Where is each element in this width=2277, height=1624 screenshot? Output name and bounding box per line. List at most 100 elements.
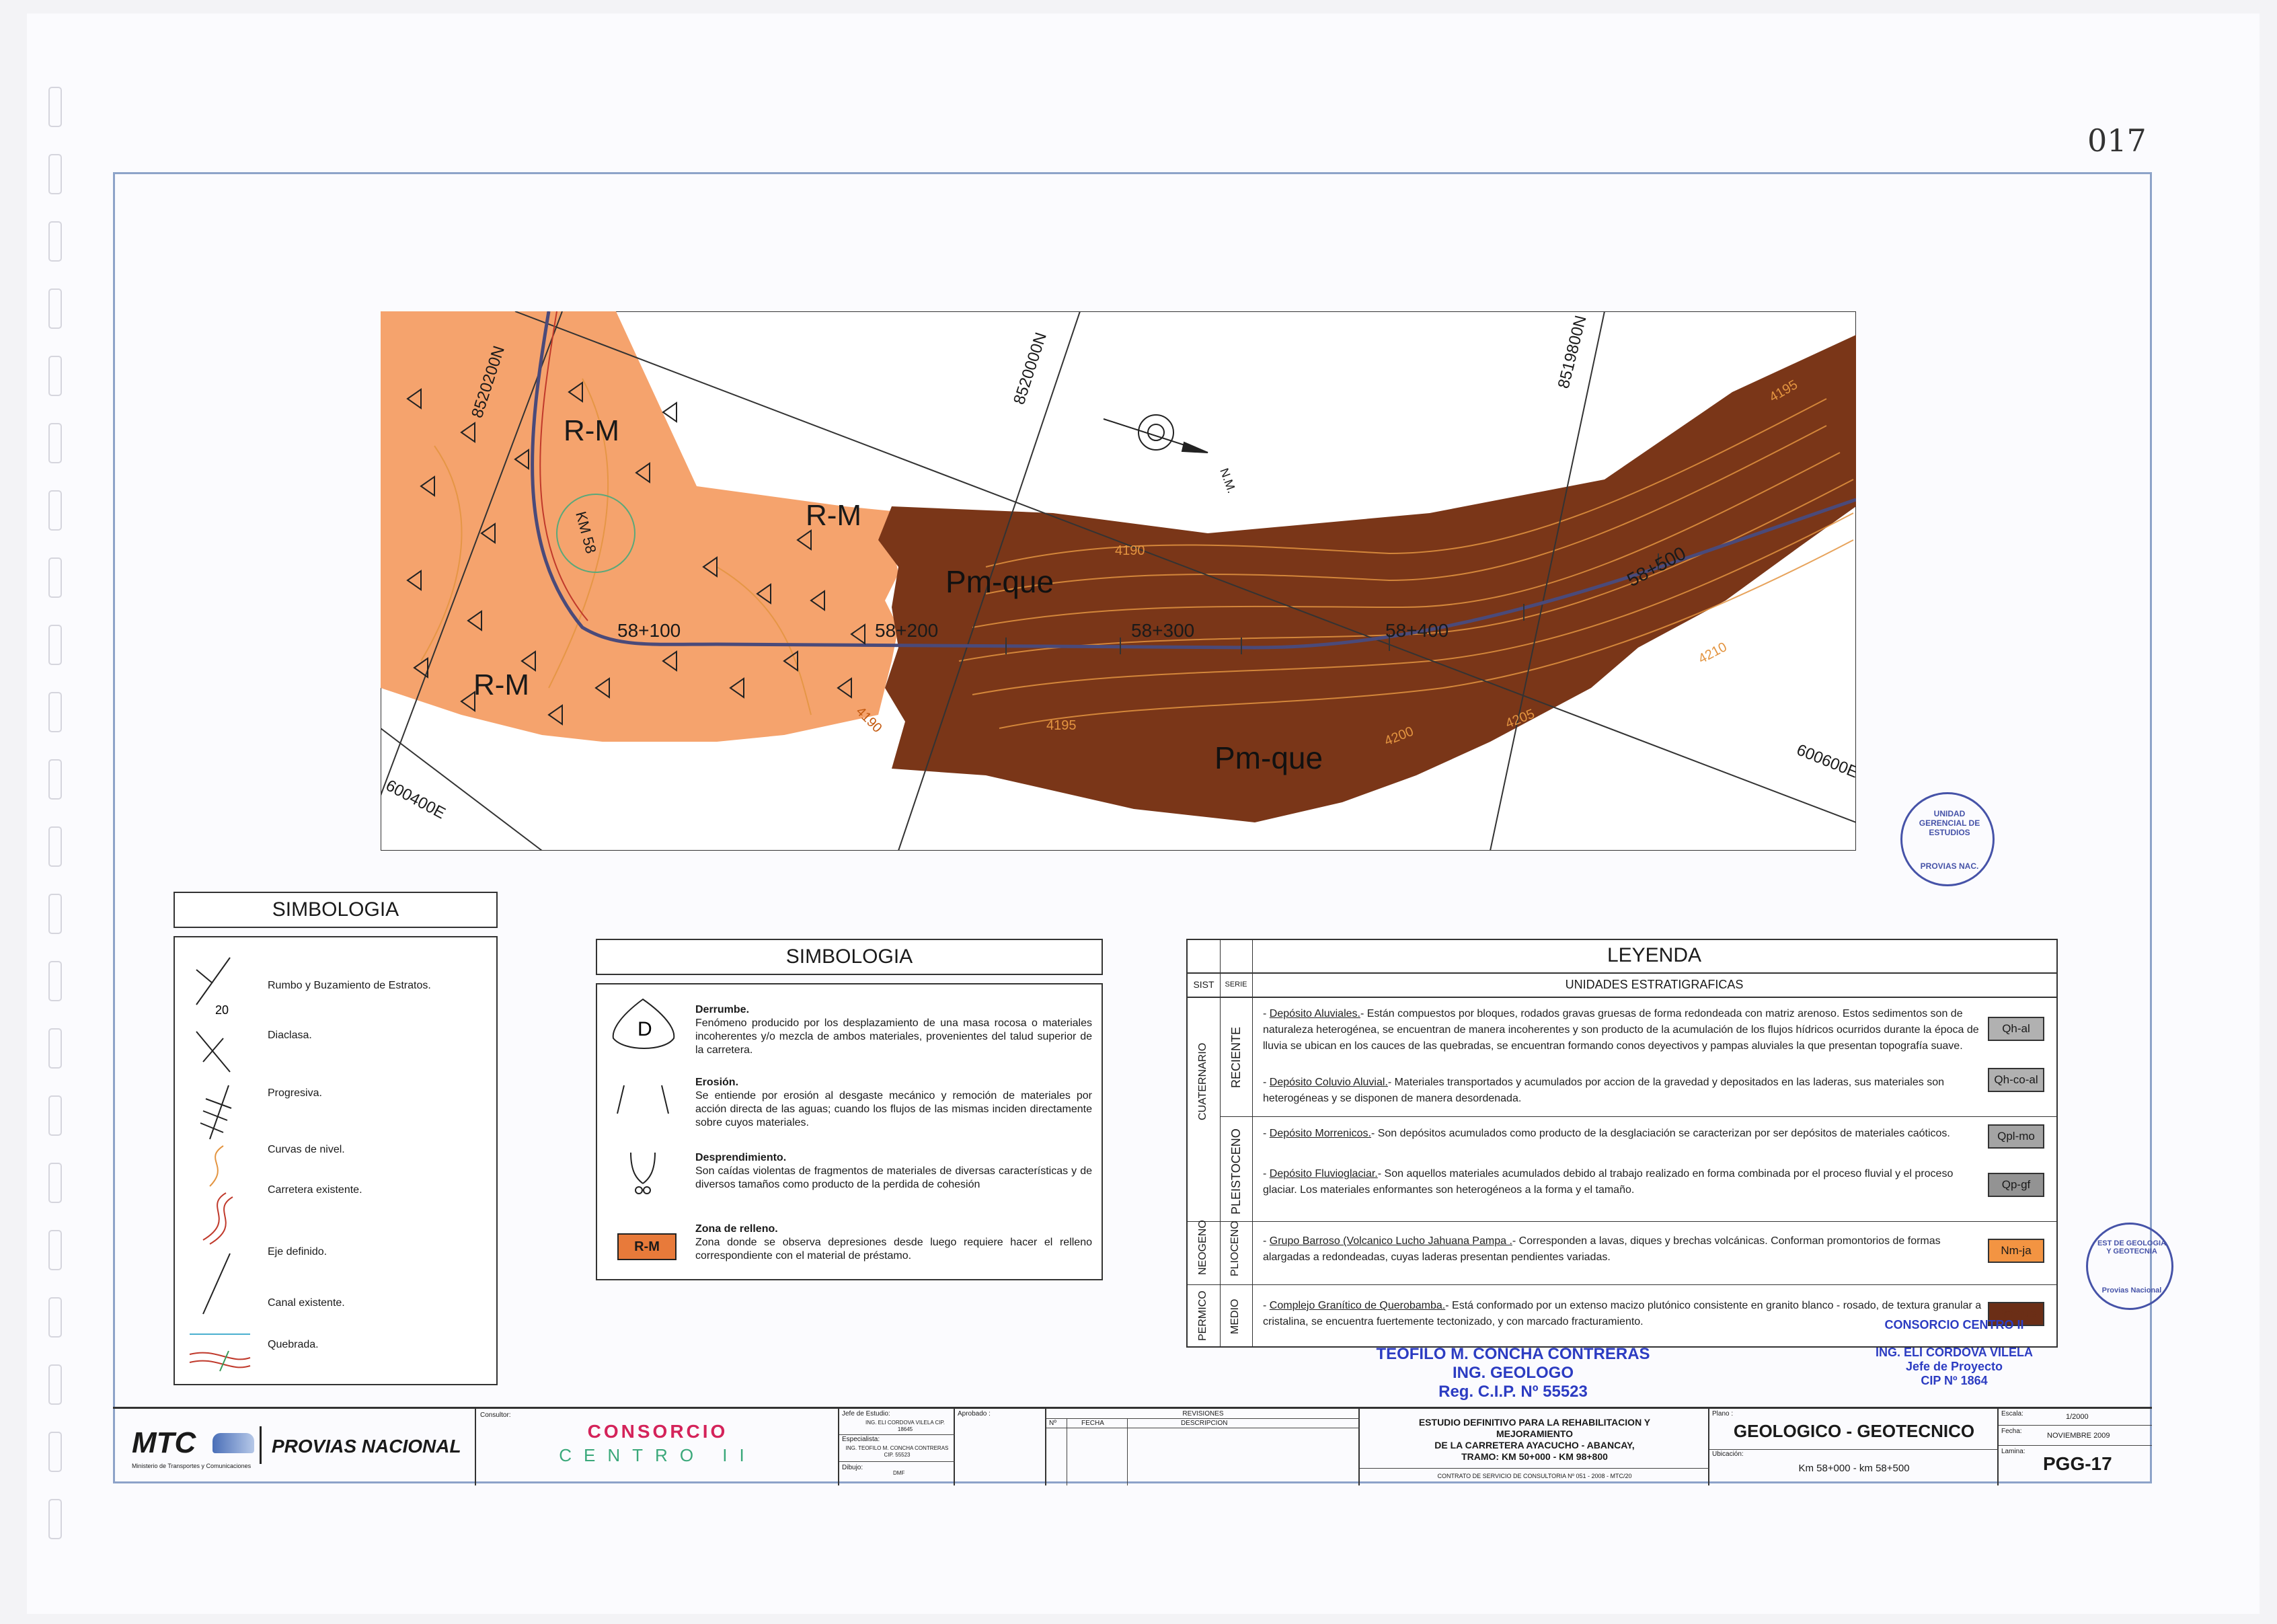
unit-stamp-text: UNIDAD GERENCIAL DE ESTUDIOS bbox=[1919, 809, 1980, 837]
unit-label-rm-1: R-M bbox=[564, 414, 619, 447]
symbology-left-label-5: Carretera existente. bbox=[268, 1184, 362, 1196]
title-mtc-cell: MTC Ministerio de Transportes y Comunica… bbox=[113, 1409, 476, 1485]
legend-row-6-name: Complejo Granítico de Querobamba. bbox=[1269, 1300, 1446, 1311]
symbology-mid-title-box: SIMBOLOGIA bbox=[596, 939, 1103, 975]
geology-stamp: EST DE GEOLOGIA Y GEOTECNIA Provias Naci… bbox=[2086, 1223, 2173, 1310]
especialista-value: ING. TEOFILO M. CONCHA CONTRERAS CIP. 55… bbox=[845, 1445, 949, 1458]
geology-stamp-text: EST DE GEOLOGIA Y GEOTECNIA bbox=[2097, 1239, 2167, 1255]
binder-holes-graphic bbox=[48, 87, 62, 1539]
signature-project-chief: CONSORCIO CENTRO II ING. ELI CORDOVA VIL… bbox=[1867, 1318, 2042, 1388]
fill-zone-title: Zona de relleno. bbox=[695, 1223, 778, 1235]
unit-stamp: UNIDAD GERENCIAL DE ESTUDIOS PROVIAS NAC… bbox=[1900, 792, 1995, 886]
joint-icon bbox=[196, 1031, 231, 1073]
contract-label: CONTRATO DE SERVICIO DE CONSULTORIA Nº 0… bbox=[1437, 1473, 1632, 1479]
plano-value: GEOLOGICO - GEOTECNICO bbox=[1733, 1421, 1975, 1441]
legend-col-sist: SIST bbox=[1188, 972, 1221, 997]
study-line-2: MEJORAMIENTO bbox=[1496, 1428, 1574, 1439]
rockfall-title: Desprendimiento. bbox=[695, 1152, 787, 1163]
legend-row-2: - Depósito Coluvio Aluvial.- Materiales … bbox=[1263, 1077, 1944, 1104]
escala-label: Escala: bbox=[2001, 1410, 2023, 1418]
legend-row-5: - Grupo Barroso (Volcanico Lucho Jahuana… bbox=[1263, 1235, 1941, 1263]
signature-chief-role: Jefe de Proyecto bbox=[1905, 1360, 2003, 1373]
fecha-value: NOVIEMBRE 2009 bbox=[2047, 1432, 2110, 1440]
title-consultor-cell: Consultor: CONSORCIO CENTRO II bbox=[476, 1409, 839, 1485]
consorcio-centro: CENTRO II bbox=[559, 1445, 757, 1465]
signature-chief-company: CONSORCIO CENTRO II bbox=[1884, 1318, 2024, 1331]
signature-chief-cip: CIP Nº 1864 bbox=[1921, 1374, 1988, 1387]
aprobado-label: Aprobado : bbox=[958, 1410, 991, 1418]
landslide-symbol: D bbox=[638, 1018, 652, 1040]
map-canvas: R-M R-M R-M Pm-que Pm-que 58+100 58+200 … bbox=[380, 311, 1861, 851]
symbology-mid-item-2: Erosión. Se entiende por erosión al desg… bbox=[695, 1076, 1092, 1130]
legend-row-1-text: Están compuestos por bloques, rodados gr… bbox=[1263, 1008, 1979, 1052]
title-approved-cell: Aprobado : bbox=[955, 1409, 1046, 1485]
signature-geologist: TEOFILO M. CONCHA CONTRERAS ING. GEOLOGO… bbox=[1372, 1345, 1654, 1401]
legend-series-3: PLIOCENO bbox=[1229, 1221, 1241, 1276]
road-icon bbox=[202, 1192, 233, 1245]
jefe-label: Jefe de Estudio: bbox=[842, 1410, 890, 1418]
title-revisions-cell: REVISIONES Nº FECHA DESCRIPCION bbox=[1046, 1409, 1360, 1485]
mtc-logo: MTC bbox=[132, 1426, 196, 1459]
legend-code-qh-al: Qh-al bbox=[1988, 1017, 2044, 1041]
signature-geologist-name: TEOFILO M. CONCHA CONTRERAS bbox=[1376, 1345, 1650, 1363]
fecha-label: Fecha: bbox=[2001, 1428, 2022, 1435]
unit-label-rm-2: R-M bbox=[806, 499, 861, 532]
escala-value: 1/2000 bbox=[2066, 1413, 2089, 1421]
geology-stamp-subtext: Provias Nacional bbox=[2101, 1286, 2162, 1294]
dibujo-label: Dibujo: bbox=[842, 1464, 863, 1471]
progressive-icon bbox=[200, 1085, 232, 1140]
ubicacion-label: Ubicación: bbox=[1712, 1451, 1744, 1458]
contour-label-1: 4190 bbox=[1115, 543, 1145, 558]
legend-row-3-name: Depósito Morrenicos. bbox=[1269, 1128, 1371, 1139]
lamina-value: PGG-17 bbox=[2043, 1453, 2112, 1474]
dibujo-value: DMF bbox=[893, 1470, 905, 1476]
fill-zone-text: Zona donde se observa depresiones desde … bbox=[695, 1237, 1092, 1262]
progressive-label-1: 58+100 bbox=[617, 620, 681, 641]
erosion-title: Erosión. bbox=[695, 1077, 739, 1088]
fill-zone-icon: R-M bbox=[617, 1233, 677, 1260]
legend-code-qp-gf: Qp-gf bbox=[1988, 1173, 2044, 1197]
symbology-mid-title: SIMBOLOGIA bbox=[785, 945, 913, 968]
progressive-label-4: 58+400 bbox=[1385, 620, 1449, 641]
rockfall-text: Son caídas violentas de fragmentos de ma… bbox=[695, 1165, 1092, 1190]
unit-label-pm-1: Pm-que bbox=[945, 564, 1054, 599]
symbology-left-panel: 20 Rumbo y Buzamiento de Estratos. Diacl… bbox=[173, 936, 498, 1385]
revisions-label: REVISIONES bbox=[1182, 1410, 1224, 1418]
legend-col-serie: SERIE bbox=[1220, 972, 1253, 997]
page-number: 017 bbox=[2087, 122, 2147, 159]
contour-icon bbox=[209, 1145, 224, 1187]
legend-code-qh-co-al: Qh-co-al bbox=[1988, 1068, 2044, 1092]
symbology-left-label-8: Quebrada. bbox=[268, 1339, 319, 1350]
geologic-map: R-M R-M R-M Pm-que Pm-que 58+100 58+200 … bbox=[380, 311, 1861, 851]
symbology-mid-item-1: Derrumbe. Fenómeno producido por los des… bbox=[695, 1003, 1092, 1057]
legend-header-row: SIST SERIE UNIDADES ESTRATIGRAFICAS bbox=[1188, 972, 2056, 998]
strike-dip-icon bbox=[196, 957, 231, 1005]
legend-title: LEYENDA bbox=[1607, 944, 1702, 966]
mtc-wave-icon bbox=[213, 1433, 254, 1453]
legend-row-1: - Depósito Aluviales.- Están compuestos … bbox=[1263, 1008, 1979, 1052]
signature-geologist-title: ING. GEOLOGO bbox=[1452, 1364, 1574, 1382]
axis-icon bbox=[202, 1253, 231, 1315]
legend-code-nm-ja: Nm-ja bbox=[1988, 1239, 2044, 1263]
legend-system-1: CUATERNARIO bbox=[1197, 1042, 1208, 1120]
symbology-left-label-1: Rumbo y Buzamiento de Estratos. bbox=[268, 980, 431, 991]
ubicacion-value: Km 58+000 - km 58+500 bbox=[1798, 1463, 1910, 1474]
lamina-label: Lamina: bbox=[2001, 1448, 2025, 1455]
consorcio-name: CONSORCIO bbox=[587, 1421, 728, 1442]
study-line-1: ESTUDIO DEFINITIVO PARA LA REHABILITACIO… bbox=[1418, 1417, 1651, 1428]
symbology-left-label-6: Eje definido. bbox=[268, 1246, 327, 1258]
landslide-title: Derrumbe. bbox=[695, 1004, 750, 1015]
symbology-left-title-box: SIMBOLOGIA bbox=[173, 892, 498, 928]
title-plan-cell: Plano : GEOLOGICO - GEOTECNICO Ubicación… bbox=[1709, 1409, 1999, 1485]
title-block: MTC Ministerio de Transportes y Comunica… bbox=[113, 1407, 2152, 1485]
legend-title-row: LEYENDA bbox=[1188, 940, 2056, 974]
legend-row-5-name: Grupo Barroso (Volcanico Lucho Jahuana P… bbox=[1269, 1235, 1512, 1247]
unit-stamp-subtext: PROVIAS NAC. bbox=[1920, 861, 1979, 871]
title-sheet-cell: Escala: 1/2000 Fecha: NOVIEMBRE 2009 Lam… bbox=[1999, 1409, 2152, 1485]
symbology-mid-item-4: Zona de relleno. Zona donde se observa d… bbox=[695, 1223, 1092, 1263]
stream-icon bbox=[189, 1350, 251, 1372]
plano-label: Plano : bbox=[1712, 1410, 1734, 1418]
symbology-left-label-7: Canal existente. bbox=[268, 1297, 345, 1309]
legend-row-1-name: Depósito Aluviales. bbox=[1269, 1008, 1360, 1019]
jefe-value: ING. ELI CORDOVA VILELA CIP. 18645 bbox=[865, 1420, 945, 1432]
